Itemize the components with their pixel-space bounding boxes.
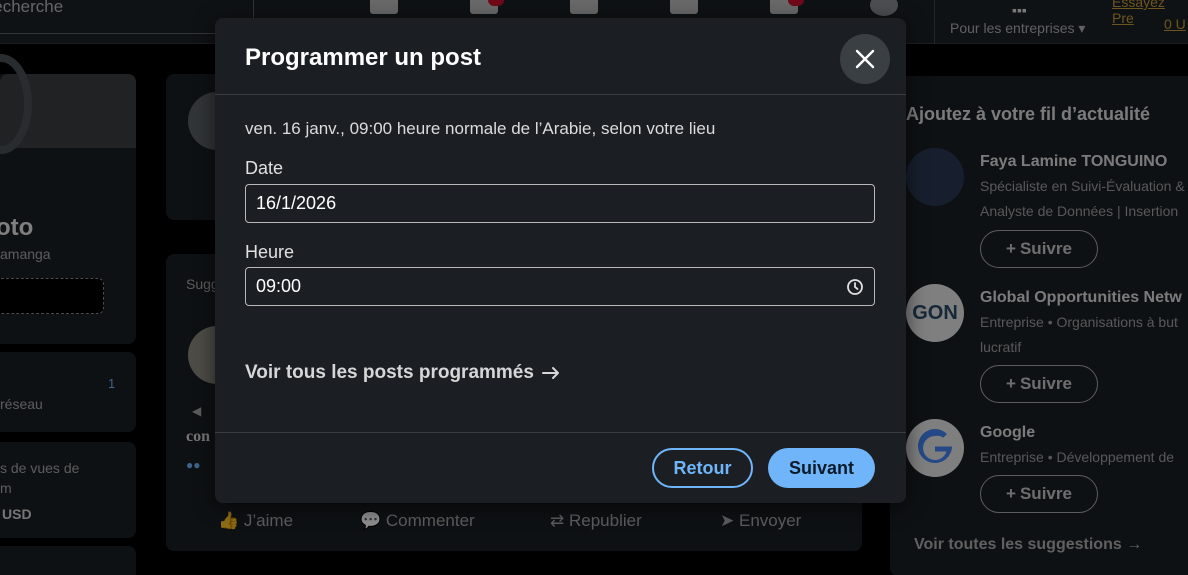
back-button[interactable]: Retour [652, 448, 753, 488]
clock-icon[interactable] [846, 278, 864, 296]
date-value: 16/1/2026 [256, 193, 337, 213]
dialog-title: Programmer un post [245, 44, 482, 71]
schedule-post-dialog: Programmer un post ven. 16 janv., 09:00 … [215, 18, 906, 503]
footer-divider [215, 432, 906, 433]
divider [215, 94, 906, 95]
see-all-scheduled-link[interactable]: Voir tous les posts programmés [245, 362, 560, 384]
close-button[interactable] [840, 34, 890, 84]
close-icon [855, 49, 875, 69]
see-all-scheduled-label: Voir tous les posts programmés [245, 362, 534, 383]
time-label: Heure [245, 242, 295, 262]
timezone-text: ven. 16 janv., 09:00 heure normale de l’… [245, 119, 716, 138]
time-value: 09:00 [256, 276, 302, 296]
date-label: Date [245, 158, 284, 178]
arrow-right-icon [541, 367, 559, 379]
time-field[interactable]: 09:00 [245, 267, 875, 306]
date-field[interactable]: 16/1/2026 [245, 184, 875, 223]
next-button[interactable]: Suivant [768, 448, 875, 488]
